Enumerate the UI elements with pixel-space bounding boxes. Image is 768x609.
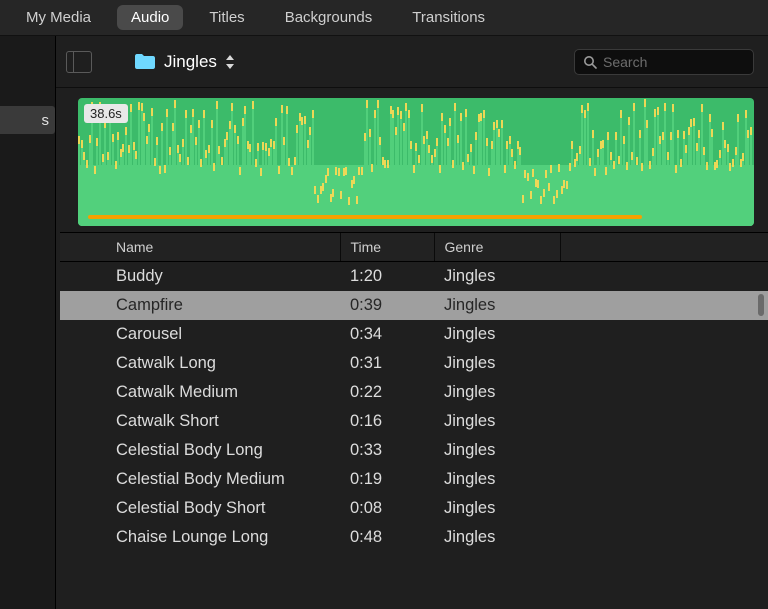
preview-time-badge: 38.6s [84, 104, 128, 123]
tab-backgrounds[interactable]: Backgrounds [271, 5, 387, 30]
cell-spare [560, 407, 768, 436]
waveform-playhead-track[interactable] [88, 215, 642, 219]
cell-spare [560, 262, 768, 292]
cell-name: Buddy [60, 262, 340, 292]
folder-icon [134, 53, 156, 70]
cell-genre: Jingles [434, 291, 560, 320]
browser-toolbar: Jingles [56, 36, 768, 88]
cell-name: Celestial Body Short [60, 494, 340, 523]
folder-dropdown[interactable]: Jingles [134, 52, 235, 72]
cell-name: Catwalk Short [60, 407, 340, 436]
cell-name: Catwalk Long [60, 349, 340, 378]
table-row[interactable]: Campfire0:39Jingles [60, 291, 768, 320]
table-row[interactable]: Celestial Body Long0:33Jingles [60, 436, 768, 465]
cell-spare [560, 378, 768, 407]
cell-time: 0:34 [340, 320, 434, 349]
column-header-name[interactable]: Name [60, 233, 340, 262]
search-box[interactable] [574, 49, 754, 75]
table-row[interactable]: Chaise Lounge Long0:48Jingles [60, 523, 768, 552]
tab-titles[interactable]: Titles [195, 5, 258, 30]
table-row[interactable]: Buddy1:20Jingles [60, 262, 768, 292]
cell-time: 0:22 [340, 378, 434, 407]
cell-genre: Jingles [434, 378, 560, 407]
cell-genre: Jingles [434, 320, 560, 349]
folder-dropdown-label: Jingles [164, 52, 217, 72]
table-row[interactable]: Celestial Body Short0:08Jingles [60, 494, 768, 523]
cell-spare [560, 349, 768, 378]
cell-genre: Jingles [434, 262, 560, 292]
table-row[interactable]: Carousel0:34Jingles [60, 320, 768, 349]
cell-time: 0:08 [340, 494, 434, 523]
cell-spare [560, 291, 768, 320]
table-row[interactable]: Catwalk Medium0:22Jingles [60, 378, 768, 407]
cell-time: 0:39 [340, 291, 434, 320]
column-header-genre[interactable]: Genre [434, 233, 560, 262]
cell-time: 1:20 [340, 262, 434, 292]
cell-genre: Jingles [434, 407, 560, 436]
search-input[interactable] [603, 54, 768, 70]
cell-spare [560, 494, 768, 523]
media-browser-tabs: My Media Audio Titles Backgrounds Transi… [0, 0, 768, 36]
category-sidebar: s [0, 36, 56, 609]
cell-genre: Jingles [434, 349, 560, 378]
column-header-time[interactable]: Time [340, 233, 434, 262]
cell-name: Campfire [60, 291, 340, 320]
cell-name: Celestial Body Long [60, 436, 340, 465]
cell-spare [560, 465, 768, 494]
cell-time: 0:33 [340, 436, 434, 465]
cell-name: Catwalk Medium [60, 378, 340, 407]
cell-genre: Jingles [434, 436, 560, 465]
cell-spare [560, 436, 768, 465]
cell-genre: Jingles [434, 494, 560, 523]
tab-my-media[interactable]: My Media [12, 5, 105, 30]
sidebar-toggle-icon[interactable] [66, 51, 92, 73]
cell-time: 0:31 [340, 349, 434, 378]
table-row[interactable]: Catwalk Short0:16Jingles [60, 407, 768, 436]
table-header-row: Name Time Genre [60, 233, 768, 262]
cell-time: 0:19 [340, 465, 434, 494]
cell-time: 0:48 [340, 523, 434, 552]
column-header-spare [560, 233, 768, 262]
cell-name: Carousel [60, 320, 340, 349]
tab-transitions[interactable]: Transitions [398, 5, 499, 30]
cell-genre: Jingles [434, 523, 560, 552]
cell-name: Celestial Body Medium [60, 465, 340, 494]
cell-spare [560, 320, 768, 349]
cell-spare [560, 523, 768, 552]
table-row[interactable]: Catwalk Long0:31Jingles [60, 349, 768, 378]
audio-clips-table: Name Time Genre Buddy1:20JinglesCampfire… [60, 232, 768, 609]
table-row[interactable]: Celestial Body Medium0:19Jingles [60, 465, 768, 494]
cell-name: Chaise Lounge Long [60, 523, 340, 552]
sidebar-item-partial[interactable]: s [0, 106, 55, 134]
cell-genre: Jingles [434, 465, 560, 494]
sidebar-item-label: s [42, 112, 50, 129]
tab-audio[interactable]: Audio [117, 5, 183, 30]
waveform-preview[interactable]: 38.6s [78, 98, 754, 226]
scrollbar-thumb[interactable] [758, 294, 764, 316]
chevron-updown-icon [225, 54, 235, 70]
cell-time: 0:16 [340, 407, 434, 436]
search-icon [583, 55, 597, 69]
